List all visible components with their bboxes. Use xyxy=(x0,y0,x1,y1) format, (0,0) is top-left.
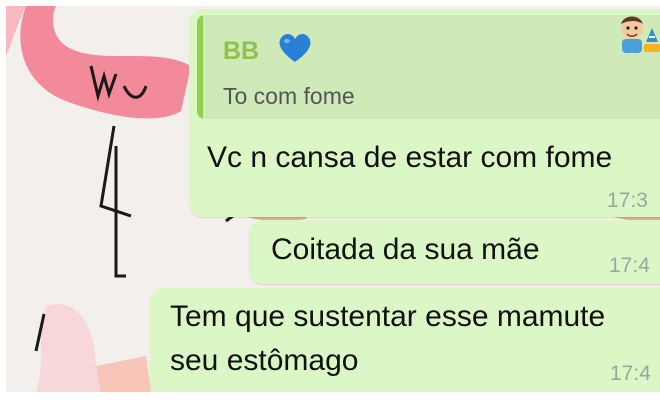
message-bubble[interactable]: Tem que sustentar esse mamute seu estôma… xyxy=(150,288,660,392)
message-timestamp: 17:3 xyxy=(607,189,648,212)
message-text-line-1: Tem que sustentar esse mamute xyxy=(170,300,606,333)
quoted-sender-name: BB xyxy=(223,37,260,65)
blue-heart-icon xyxy=(279,33,311,62)
message-text: Coitada da sua mãe xyxy=(271,233,540,266)
message-text-line-2: seu estômago xyxy=(170,344,359,377)
message-timestamp: 17:4 xyxy=(610,362,651,385)
message-text: Vc n cansa de estar com fome xyxy=(207,141,613,174)
chat-screen: BB To com fome Vc n cansa de estar com f… xyxy=(6,6,660,392)
quoted-message[interactable]: BB To com fome xyxy=(197,15,660,119)
cartoon-avatar-sticker xyxy=(621,16,660,53)
message-bubble[interactable]: BB To com fome Vc n cansa de estar com f… xyxy=(189,9,660,217)
quoted-message-text: To com fome xyxy=(223,83,355,109)
message-timestamp: 17:4 xyxy=(609,254,650,277)
quote-accent-bar xyxy=(197,15,203,119)
message-bubble[interactable]: Coitada da sua mãe 17:4 xyxy=(249,220,660,284)
